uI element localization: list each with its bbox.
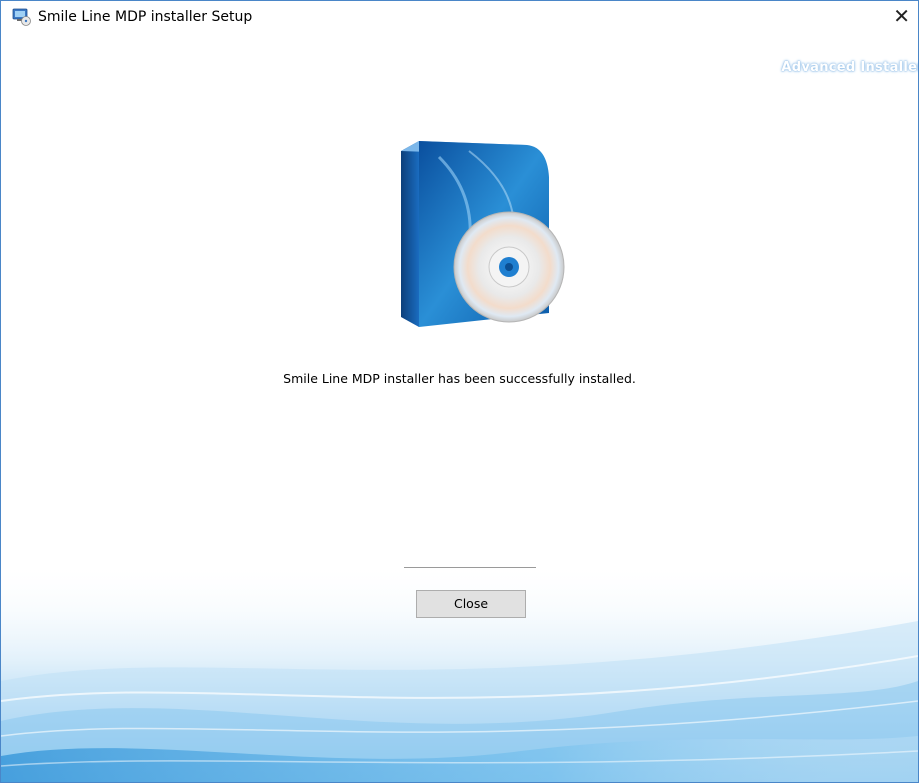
success-message: Smile Line MDP installer has been succes… — [283, 371, 636, 386]
divider — [404, 567, 536, 568]
title-bar: Smile Line MDP installer Setup ✕ — [1, 1, 918, 32]
window-title: Smile Line MDP installer Setup — [38, 9, 253, 25]
installer-window: Smile Line MDP installer Setup ✕ Advance… — [0, 0, 919, 783]
close-icon[interactable]: ✕ — [872, 1, 918, 32]
close-button[interactable]: Close — [416, 590, 526, 618]
brand-label: Advanced Installer — [781, 60, 919, 75]
installer-app-icon — [12, 8, 31, 26]
software-box-cd-icon — [401, 141, 565, 327]
